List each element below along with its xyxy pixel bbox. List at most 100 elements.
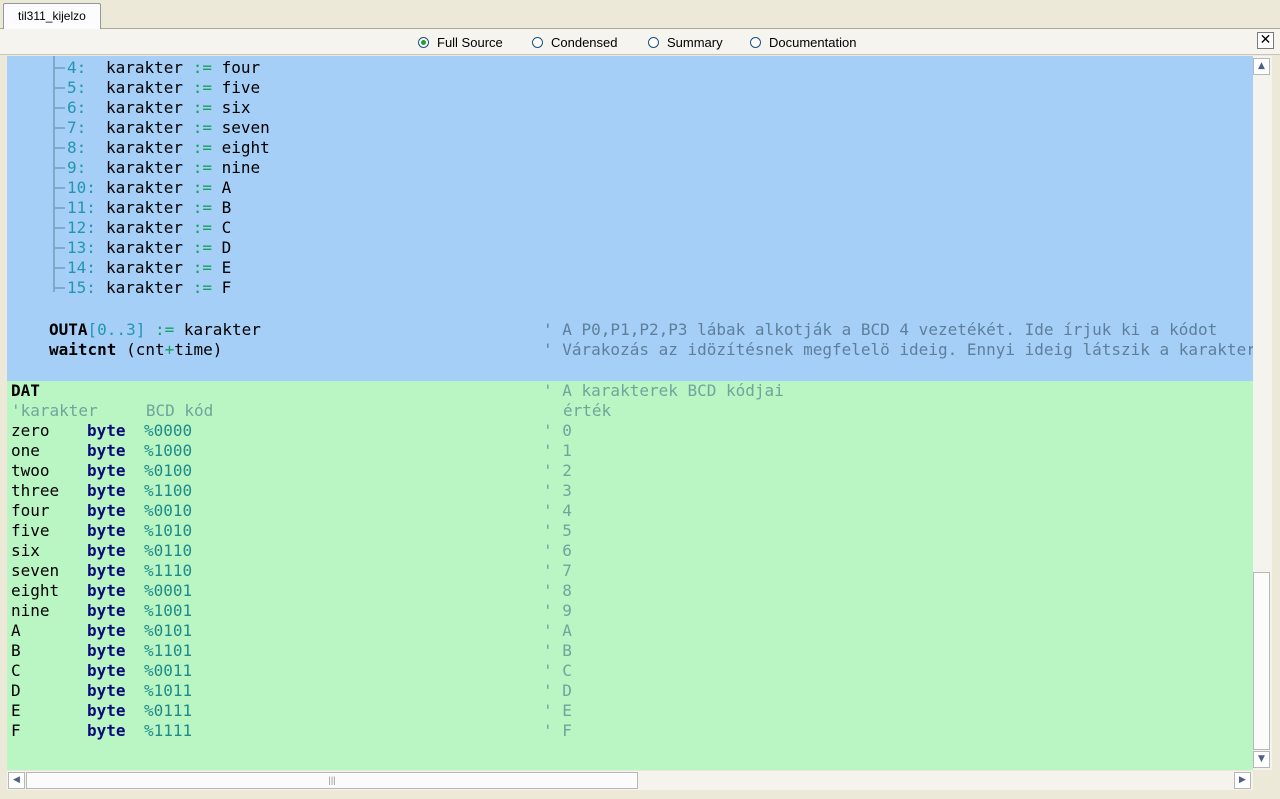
dat-label: E [11,701,21,720]
horizontal-scroll-thumb[interactable]: ||| [26,772,638,789]
dat-type: byte [87,561,126,580]
dat-code: %1000 [144,441,193,460]
source-editor[interactable]: 4: karakter := four 5: karakter := five 6: ka… [7,56,1253,770]
pub-block-region: 4: karakter := four 5: karakter := five 6: ka… [7,56,1253,381]
case-variable: karakter [106,138,184,157]
scroll-up-icon[interactable]: ▲ [1253,58,1270,75]
outa-statement: OUTA[0..3] := karakter [49,320,261,340]
dat-comment: ' 6 [543,541,572,560]
dat-comment: ' E [543,701,572,720]
outa-range: [0..3] [87,320,146,339]
dat-row: nine byte %1001 [11,601,192,621]
dat-label: nine [11,601,50,620]
dat-comment: ' F [543,721,572,740]
dat-label: C [11,661,21,680]
dat-row: twoo byte %0100 [11,461,192,481]
vertical-scrollbar[interactable]: ▲ ▼ [1253,56,1272,770]
horizontal-scrollbar[interactable]: ◀ ||| ▶ [7,771,1253,790]
dat-label: D [11,681,21,700]
dat-type: byte [87,541,126,560]
case-line: 15: karakter := F [67,278,231,298]
dat-label: three [11,481,60,500]
dat-type: byte [87,661,126,680]
scroll-down-icon[interactable]: ▼ [1253,751,1270,768]
view-mode-bar: Full Source Condensed Summary Documentat… [0,29,1280,55]
case-line: 14: karakter := E [67,258,231,278]
dat-comment: ' A [543,621,572,640]
radio-unselected-icon [532,36,543,48]
case-tick [55,127,65,129]
dat-type: byte [87,621,126,640]
dat-label: seven [11,561,60,580]
case-value: F [221,278,232,297]
dat-comment: ' 7 [543,561,572,580]
case-variable: karakter [106,158,184,177]
close-icon[interactable]: ✕ [1257,32,1274,49]
case-number: 4: [67,58,87,77]
radio-full-source[interactable]: Full Source [418,33,503,51]
dat-type: byte [87,641,126,660]
assign-op: := [192,58,212,77]
case-tick [55,187,65,189]
radio-label: Summary [667,34,723,50]
case-number: 5: [67,78,87,97]
outa-keyword: OUTA [49,320,88,339]
radio-summary[interactable]: Summary [648,33,723,51]
dat-type: byte [87,421,126,440]
dat-label: zero [11,421,50,440]
case-variable: karakter [106,198,184,217]
dat-comment: ' 1 [543,441,572,460]
waitcnt-keyword: waitcnt [49,340,117,359]
dat-label: one [11,441,40,460]
vertical-scroll-thumb[interactable] [1253,572,1270,750]
scroll-right-icon[interactable]: ▶ [1234,772,1251,789]
case-value: B [221,198,232,217]
case-value: four [221,58,261,77]
case-tick [55,167,65,169]
dat-type: byte [87,481,126,500]
dat-code: %0001 [144,581,193,600]
dat-column-comment: érték [563,401,612,420]
scroll-left-icon[interactable]: ◀ [8,772,25,789]
dat-label: F [11,721,21,740]
tab-label: til311_kijelzo [18,9,86,23]
dat-label: five [11,521,50,540]
case-value: five [221,78,261,97]
dat-column-header: 'karakter BCD kód [11,401,214,420]
outa-comment: ' A P0,P1,P2,P3 lábak alkotják a BCD 4 v… [543,320,1218,339]
dat-code: %0101 [144,621,193,640]
case-number: 7: [67,118,87,137]
dat-code: %0010 [144,501,193,520]
radio-selected-icon [418,36,429,48]
dat-code: %1100 [144,481,193,500]
case-number: 12: [67,218,96,237]
case-value: C [221,218,232,237]
dat-row: Ebyte %0111 [11,701,192,721]
case-number: 8: [67,138,87,157]
dat-comment: ' B [543,641,572,660]
dat-comment: ' C [543,661,572,680]
dat-code: %1111 [144,721,193,740]
radio-label: Full Source [437,34,503,50]
case-line: 6: karakter := six [67,98,251,118]
plus-op: + [164,340,175,359]
dat-keyword: DAT [11,381,40,400]
dat-row: Abyte %0101 [11,621,192,641]
tab-til311-kijelzo[interactable]: til311_kijelzo [3,3,101,29]
case-value: E [221,258,232,277]
assign-op: := [192,278,212,297]
assign-op: := [192,78,212,97]
dat-label: eight [11,581,60,600]
radio-documentation[interactable]: Documentation [750,33,856,51]
case-tick [55,207,65,209]
radio-condensed[interactable]: Condensed [532,33,618,51]
assign-op: := [192,178,212,197]
dat-row: Fbyte %1111 [11,721,192,741]
case-variable: karakter [106,78,184,97]
case-variable: karakter [106,278,184,297]
dat-type: byte [87,581,126,600]
waitcnt-statement: waitcnt (cnt+time) [49,340,222,360]
dat-type: byte [87,701,126,720]
case-tick [55,67,65,69]
dat-label: B [11,641,21,660]
